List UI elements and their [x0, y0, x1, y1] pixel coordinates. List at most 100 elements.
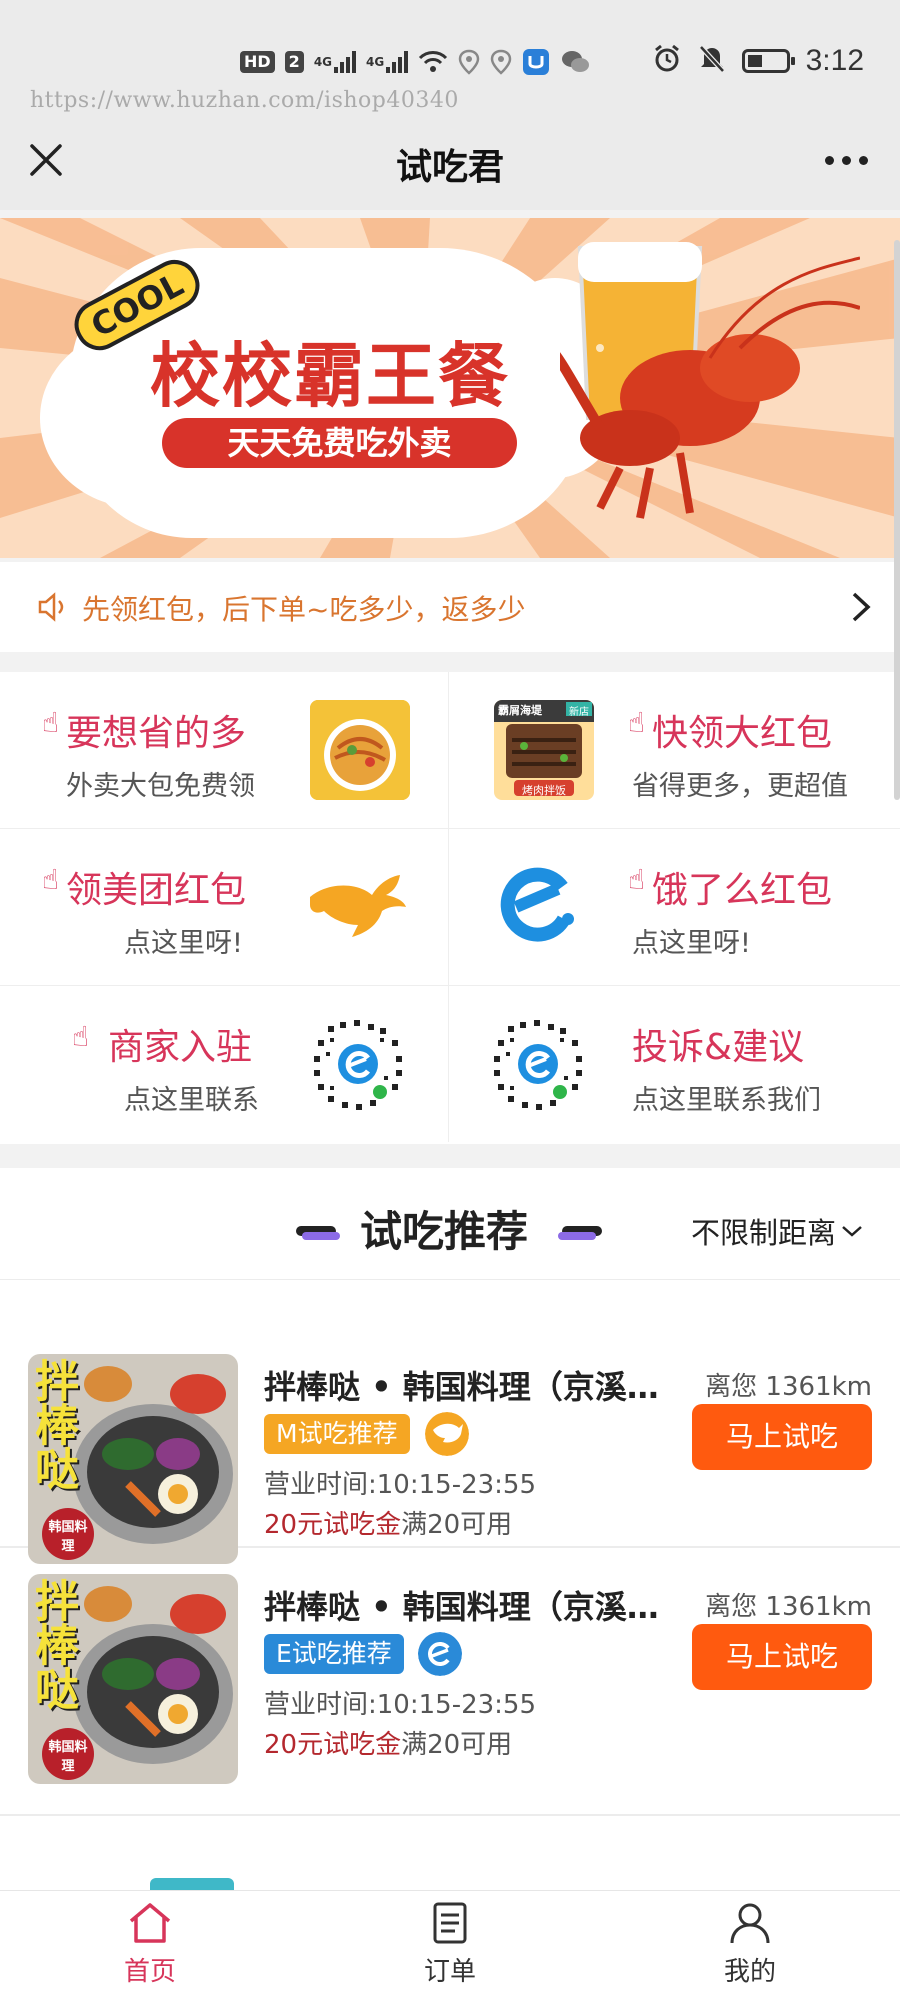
- grid-cell-title: 饿了么红包: [652, 870, 833, 911]
- bbq-rice-label: 霸屑海堤: [498, 704, 542, 717]
- watermark-text: https://www.huzhan.com/ishop40340: [30, 88, 459, 113]
- recommend-tag: M试吃推荐: [264, 1414, 410, 1454]
- trial-credit-condition: 满20可用: [401, 1510, 513, 1540]
- speaker-icon: [38, 592, 64, 622]
- restaurant-image-text: 拌棒哒: [28, 1578, 78, 1710]
- restaurant-image: 拌棒哒 韩国料理: [28, 1354, 238, 1564]
- eleme-icon: [418, 1632, 462, 1676]
- grid-cell-title: 商家入驻: [108, 1027, 253, 1068]
- profile-icon: [730, 1903, 770, 1944]
- meituan-icon: [425, 1412, 469, 1456]
- distance-filter-label: 不限制距离: [690, 1216, 836, 1250]
- mute-icon: [698, 44, 726, 78]
- hand-pointer-icon: ☝: [42, 706, 60, 739]
- noodle-dish-image: [310, 700, 410, 800]
- grid-cell-meituan[interactable]: ☝ 领美团红包 点这里呀!: [0, 829, 449, 985]
- grid-cell-big-redpacket[interactable]: 霸屑海堤 新店 烤肉拌饭 ☝ 快领大红包 省得更多，更超值: [450, 672, 899, 828]
- restaurant-image: 拌棒哒 韩国料理: [28, 1574, 238, 1784]
- tab-label: 首页: [123, 1957, 176, 1987]
- grid-cell-subtitle: 省得更多，更超值: [632, 771, 848, 802]
- app-page: HD 2 4G 4G 3:12 https://www.huzhan.com/i…: [0, 0, 900, 2000]
- restaurant-image-text: 拌棒哒: [28, 1358, 78, 1490]
- chevron-right-icon[interactable]: [848, 590, 874, 624]
- wechat-icon: [560, 48, 590, 76]
- business-hours: 营业时间:10:15-23:55: [264, 1470, 536, 1500]
- notice-bar[interactable]: 先领红包，后下单~吃多少，返多少: [0, 562, 900, 652]
- bbq-rice-image: 霸屑海堤 新店 烤肉拌饭: [494, 700, 594, 800]
- location-icon-2: [490, 48, 512, 76]
- grid-cell-subtitle: 点这里联系: [124, 1085, 259, 1116]
- banner-title: 校校霸王餐: [150, 335, 510, 417]
- status-right: 3:12: [652, 44, 864, 78]
- hand-pointer-icon: ☝: [42, 863, 60, 896]
- tab-profile[interactable]: 我的: [670, 1901, 830, 1997]
- trial-credit: 20元试吃金满20可用: [264, 1724, 512, 1761]
- eleme-icon: [500, 867, 574, 942]
- recommend-tag: E试吃推荐: [264, 1634, 404, 1674]
- beer-lobster-illustration: [560, 242, 860, 519]
- recommend-section-header: 试吃推荐 不限制距离: [0, 1168, 900, 1280]
- mini-program-code-icon: [312, 1018, 404, 1110]
- tab-orders[interactable]: 订单: [370, 1901, 530, 1997]
- business-hours: 营业时间:10:15-23:55: [264, 1690, 536, 1720]
- list-item[interactable]: 拌棒哒 韩国料理 拌棒哒 • 韩国料理（京溪… 离您 1361km M试吃推荐 …: [0, 1280, 900, 1564]
- new-store-badge: 新店: [569, 707, 589, 718]
- signal-icon: 4G: [314, 48, 357, 76]
- hd-badge: HD: [240, 51, 275, 73]
- tab-label: 订单: [423, 1957, 476, 1987]
- grid-cell-save-more[interactable]: ☝ 要想省的多 外卖大包免费领: [0, 672, 449, 828]
- grid-cell-title: 要想省的多: [66, 713, 247, 754]
- grid-cell-title: 领美团红包: [66, 870, 247, 911]
- app-notification-icon: [522, 48, 550, 76]
- grid-cell-merchant-join[interactable]: ☝ 商家入驻 点这里联系: [0, 986, 449, 1142]
- list-item[interactable]: 拌棒哒 韩国料理 拌棒哒 • 韩国料理（京溪… 离您 1361km E试吃推荐 …: [0, 1548, 900, 1816]
- hand-pointer-icon: ☝: [72, 1020, 90, 1053]
- notice-text: 先领红包，后下单~吃多少，返多少: [82, 593, 526, 626]
- restaurant-name: 拌棒哒 • 韩国料理（京溪…: [264, 1588, 659, 1626]
- grid-row: ☝ 商家入驻 点这里联系 投诉&建议 点这里联系我们: [0, 986, 900, 1143]
- trial-credit-amount: 20元试吃金: [264, 1510, 402, 1540]
- meituan-kangaroo-icon: [310, 875, 406, 937]
- grid-cell-feedback[interactable]: 投诉&建议 点这里联系我们: [450, 986, 899, 1142]
- section-title: 试吃推荐: [360, 1207, 529, 1256]
- battery-icon: [741, 49, 795, 73]
- grid-row: ☝ 领美团红包 点这里呀! ☝ 饿了么红包 点这里呀!: [0, 829, 900, 986]
- hand-pointer-icon: ☝: [628, 863, 646, 896]
- bottom-tab-bar: 首页 订单 我的: [0, 1890, 900, 2000]
- nav-bar: 试吃君: [0, 120, 900, 210]
- grid-cell-subtitle: 点这里联系我们: [632, 1085, 821, 1116]
- more-icon[interactable]: [825, 156, 868, 165]
- grid-cell-title: 快领大红包: [652, 713, 833, 754]
- restaurant-distance: 离您 1361km: [705, 1372, 872, 1402]
- page-title: 试吃君: [395, 147, 504, 188]
- home-icon: [129, 1903, 171, 1943]
- scrollbar[interactable]: [894, 240, 900, 800]
- distance-filter-dropdown[interactable]: 不限制距离: [691, 1210, 864, 1252]
- try-now-button[interactable]: 马上试吃: [692, 1624, 872, 1690]
- bbq-rice-caption: 烤肉拌饭: [522, 784, 566, 797]
- restaurant-distance: 离您 1361km: [705, 1592, 872, 1622]
- order-icon: [433, 1902, 467, 1944]
- tab-home[interactable]: 首页: [70, 1901, 230, 1997]
- hand-pointer-icon: ☝: [628, 706, 646, 739]
- restaurant-image-badge: 韩国料理: [48, 1740, 88, 1774]
- grid-cell-eleme[interactable]: ☝ 饿了么红包 点这里呀!: [450, 829, 899, 985]
- title-decoration-left: [296, 1226, 340, 1240]
- signal-icon-2: 4G: [366, 48, 409, 76]
- restaurant-name: 拌棒哒 • 韩国料理（京溪…: [264, 1368, 659, 1406]
- banner-subtitle: 天天免费吃外卖: [162, 418, 517, 468]
- status-time: 3:12: [805, 44, 864, 77]
- chevron-down-icon: [842, 1226, 862, 1237]
- grid-cell-title: 投诉&建议: [632, 1027, 805, 1068]
- list-item-peek: [150, 1878, 234, 1890]
- promo-banner[interactable]: COOL 校校霸王餐 天天免费吃外卖: [0, 218, 900, 558]
- try-now-button[interactable]: 马上试吃: [692, 1404, 872, 1470]
- grid-row: ☝ 要想省的多 外卖大包免费领 霸屑海堤 新店 烤肉拌饭 ☝ 快领大红包 省得更…: [0, 672, 900, 829]
- tab-label: 我的: [723, 1957, 776, 1987]
- grid-cell-subtitle: 外卖大包免费领: [66, 771, 255, 802]
- title-decoration-right: [558, 1226, 602, 1240]
- trial-credit: 20元试吃金满20可用: [264, 1504, 512, 1541]
- restaurant-list: 拌棒哒 韩国料理 拌棒哒 • 韩国料理（京溪… 离您 1361km M试吃推荐 …: [0, 1280, 900, 1890]
- wifi-icon: [418, 48, 448, 76]
- grid-cell-subtitle: 点这里呀!: [632, 928, 751, 959]
